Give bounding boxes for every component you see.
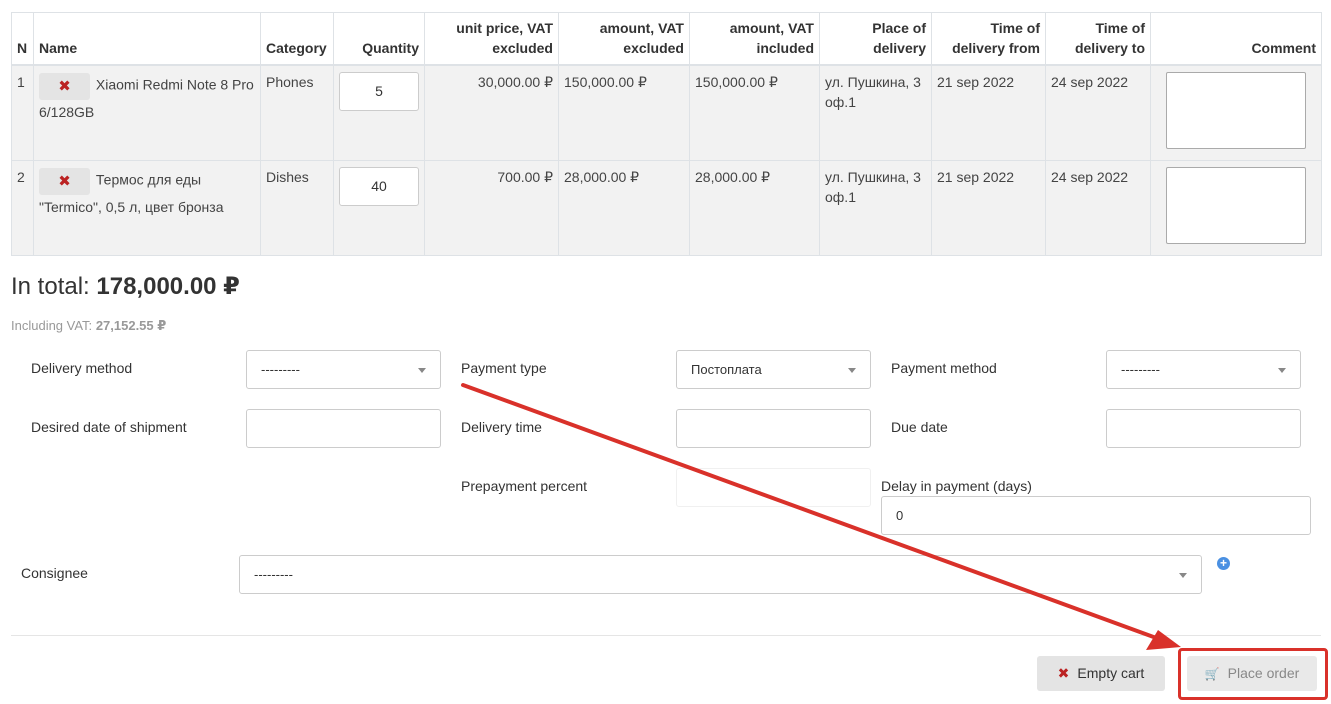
table-row: 2 ✖ Термос для еды "Termico", 0,5 л, цве… <box>11 159 1322 256</box>
delay-in-payment-input[interactable]: 0 <box>881 496 1311 535</box>
chevron-down-icon <box>1278 368 1286 373</box>
prepayment-percent-label: Prepayment percent <box>461 478 588 494</box>
row-quantity-cell <box>333 159 425 256</box>
row-time-to: 24 sep 2022 <box>1045 64 1151 161</box>
place-order-label: Place order <box>1227 665 1300 681</box>
delivery-time-label: Delivery time <box>461 419 542 435</box>
row-category: Dishes <box>260 159 334 256</box>
payment-type-select[interactable]: Постоплата <box>676 350 871 389</box>
payment-method-value: --------- <box>1121 362 1160 377</box>
row-comment-cell <box>1150 159 1322 256</box>
row-time-to: 24 sep 2022 <box>1045 159 1151 256</box>
row-number: 2 <box>11 159 34 256</box>
payment-method-select[interactable]: --------- <box>1106 350 1301 389</box>
row-unit-price: 700.00 ₽ <box>424 159 559 256</box>
close-icon: ✖ <box>1057 665 1070 681</box>
header-name: Name <box>33 12 261 66</box>
delay-in-payment-label: Delay in payment (days) <box>881 478 1032 494</box>
chevron-down-icon <box>1179 573 1187 578</box>
comment-input[interactable] <box>1166 71 1306 149</box>
plus-circle-icon[interactable]: + <box>1217 557 1230 570</box>
due-date-label: Due date <box>891 419 948 435</box>
row-name-cell: ✖ Xiaomi Redmi Note 8 Pro 6/128GB <box>33 64 261 161</box>
row-category: Phones <box>260 64 334 161</box>
total-summary: In total: 178,000.00 ₽ <box>11 272 240 301</box>
empty-cart-button[interactable]: ✖ Empty cart <box>1037 656 1165 691</box>
header-time-to: Time of delivery to <box>1045 12 1151 66</box>
place-order-button[interactable]: 🛒 Place order <box>1187 656 1317 691</box>
payment-method-label: Payment method <box>891 360 997 376</box>
row-amount-excl: 150,000.00 ₽ <box>558 64 690 161</box>
consignee-select[interactable]: --------- <box>239 555 1202 594</box>
header-amount-excl: amount, VAT excluded <box>558 12 690 66</box>
row-place: ул. Пушкина, 3 оф.1 <box>819 159 932 256</box>
chevron-down-icon <box>848 368 856 373</box>
delivery-time-input[interactable] <box>676 409 871 448</box>
header-n: N <box>11 12 34 66</box>
consignee-label: Consignee <box>21 565 88 581</box>
header-comment: Comment <box>1150 12 1322 66</box>
header-place: Place of delivery <box>819 12 932 66</box>
row-number: 1 <box>11 64 34 161</box>
comment-input[interactable] <box>1166 166 1306 244</box>
row-unit-price: 30,000.00 ₽ <box>424 64 559 161</box>
remove-item-button[interactable]: ✖ <box>39 72 90 100</box>
arrow-head <box>1146 630 1181 650</box>
total-amount: 178,000.00 ₽ <box>96 273 240 300</box>
vat-amount: 27,152.55 ₽ <box>95 318 167 333</box>
header-unit-price: unit price, VAT excluded <box>424 12 559 66</box>
delivery-method-select[interactable]: --------- <box>246 350 441 389</box>
empty-cart-label: Empty cart <box>1077 665 1145 681</box>
delivery-method-label: Delivery method <box>31 360 133 376</box>
row-place: ул. Пушкина, 3 оф.1 <box>819 64 932 161</box>
close-icon: ✖ <box>58 172 71 190</box>
header-quantity: Quantity <box>333 12 425 66</box>
quantity-input[interactable] <box>339 166 419 206</box>
row-comment-cell <box>1150 64 1322 161</box>
row-amount-excl: 28,000.00 ₽ <box>558 159 690 256</box>
payment-type-label: Payment type <box>461 360 547 376</box>
row-name-cell: ✖ Термос для еды "Termico", 0,5 л, цвет … <box>33 159 261 256</box>
due-date-input[interactable] <box>1106 409 1301 448</box>
close-icon: ✖ <box>58 77 71 95</box>
payment-type-value: Постоплата <box>691 362 762 377</box>
delivery-method-value: --------- <box>261 362 300 377</box>
vat-label: Including VAT: <box>11 318 93 333</box>
remove-item-button[interactable]: ✖ <box>39 167 90 195</box>
consignee-value: --------- <box>254 567 293 582</box>
header-category: Category <box>260 12 334 66</box>
total-label: In total: <box>11 273 90 300</box>
row-quantity-cell <box>333 64 425 161</box>
desired-date-input[interactable] <box>246 409 441 448</box>
row-time-from: 21 sep 2022 <box>931 159 1046 256</box>
cart-table: N Name Category Quantity unit price, VAT… <box>11 12 1322 256</box>
header-time-from: Time of delivery from <box>931 12 1046 66</box>
quantity-input[interactable] <box>339 71 419 111</box>
desired-date-label: Desired date of shipment <box>31 419 187 435</box>
vat-summary: Including VAT: 27,152.55 ₽ <box>11 318 166 334</box>
divider <box>11 635 1321 636</box>
table-row: 1 ✖ Xiaomi Redmi Note 8 Pro 6/128GB Phon… <box>11 64 1322 161</box>
cart-icon: 🛒 <box>1204 667 1220 681</box>
chevron-down-icon <box>418 368 426 373</box>
row-amount-incl: 28,000.00 ₽ <box>689 159 820 256</box>
row-time-from: 21 sep 2022 <box>931 64 1046 161</box>
table-header-row: N Name Category Quantity unit price, VAT… <box>11 12 1322 66</box>
header-amount-incl: amount, VAT included <box>689 12 820 66</box>
row-amount-incl: 150,000.00 ₽ <box>689 64 820 161</box>
prepayment-percent-input[interactable] <box>676 468 871 507</box>
